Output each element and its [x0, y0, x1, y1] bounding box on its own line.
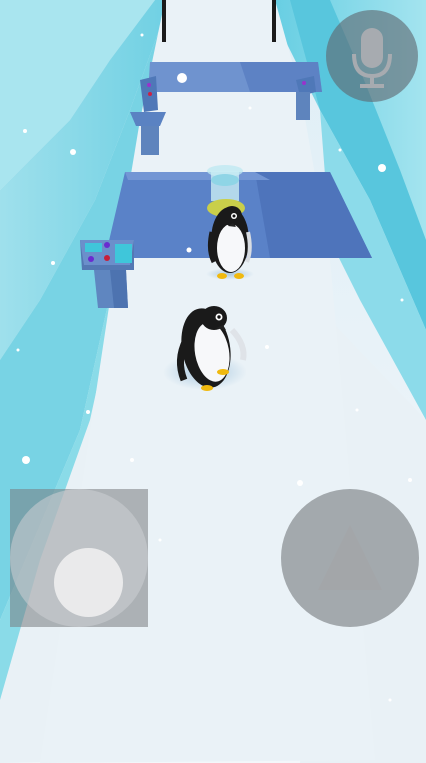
mic-button[interactable]: [326, 10, 418, 102]
microphone-icon: [352, 28, 392, 88]
jump-button[interactable]: [281, 489, 419, 627]
post-right: [272, 0, 276, 42]
game-scene: [0, 0, 426, 763]
joystick-pad[interactable]: [10, 489, 148, 627]
triangle-up-icon: [318, 525, 382, 590]
joystick-knob[interactable]: [54, 548, 123, 617]
post-left: [162, 0, 166, 42]
far-platform: [148, 62, 322, 92]
